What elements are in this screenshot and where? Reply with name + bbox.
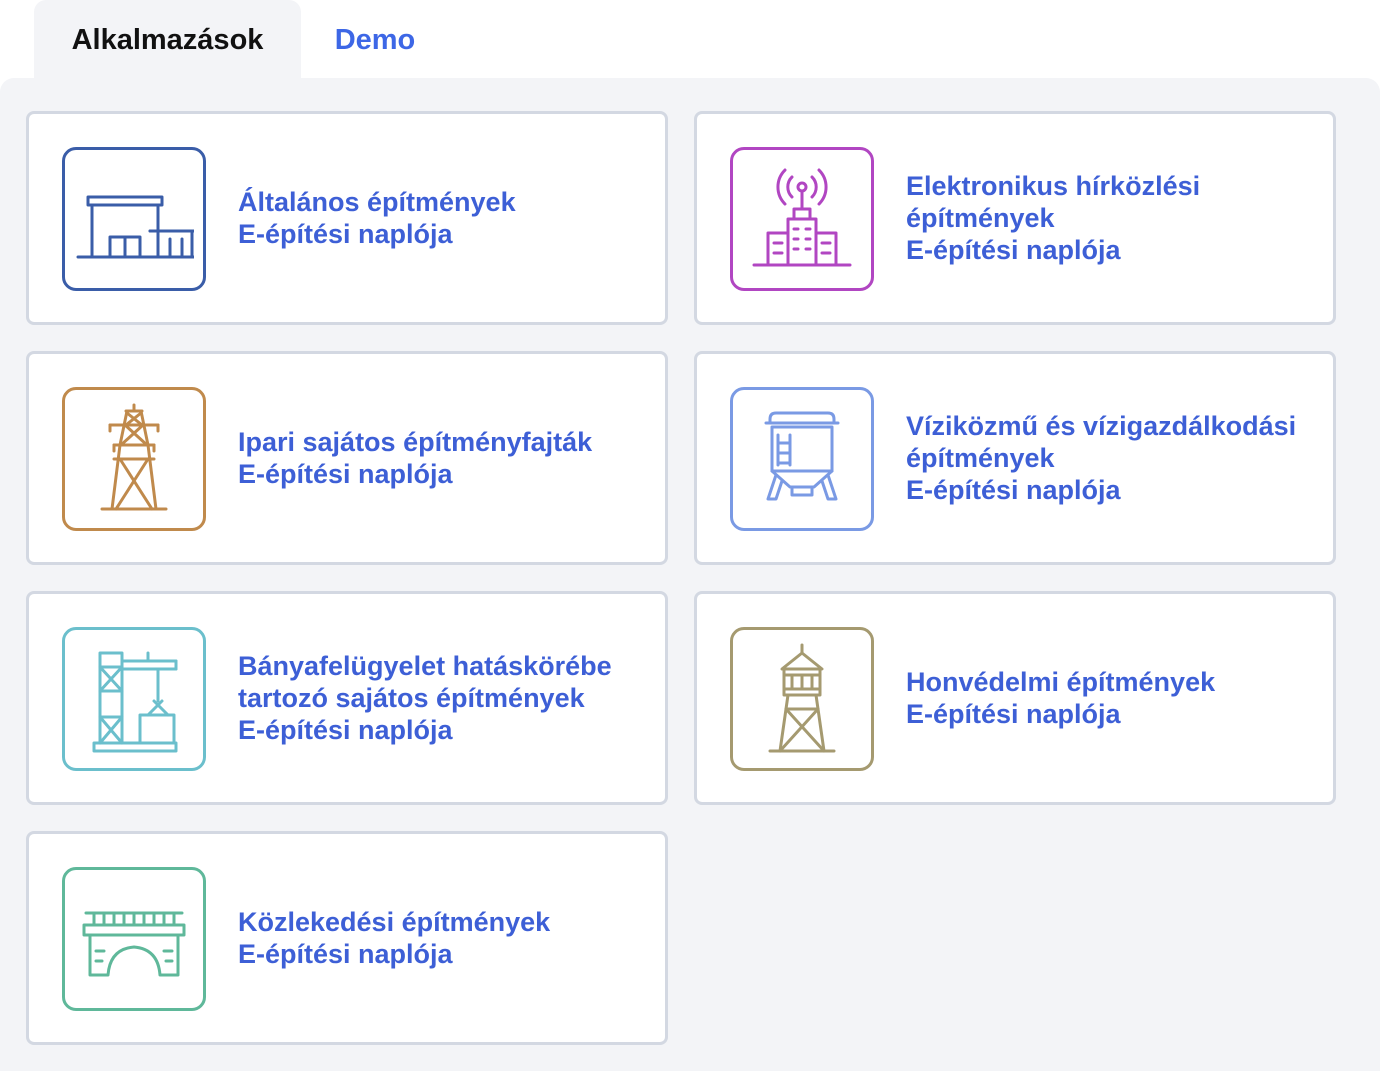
app-card-telecom[interactable]: Elektronikus hírközlési építmények E-épí… [694,111,1336,325]
antenna-tower-icon [730,147,874,291]
card-text: Elektronikus hírközlési építmények E-épí… [906,114,1317,322]
tab-demo[interactable]: Demo [301,0,449,80]
card-title: Ipari sajátos építményfajták E-építési n… [238,427,593,489]
app-card-industrial[interactable]: Ipari sajátos építményfajták E-építési n… [26,351,668,565]
card-text: Ipari sajátos építményfajták E-építési n… [238,354,649,562]
app-card-general-buildings[interactable]: Általános építmények E-építési naplója [26,111,668,325]
card-text: Bányafelügyelet hatáskörébe tartozó sajá… [238,594,649,802]
app-card-mining[interactable]: Bányafelügyelet hatáskörébe tartozó sajá… [26,591,668,805]
card-title: Elektronikus hírközlési építmények E-épí… [906,171,1201,265]
bridge-icon [62,867,206,1011]
card-title: Közlekedési építmények E-építési naplója [238,907,551,969]
card-title: Víziközmű és vízigazdálkodási építmények… [906,411,1297,505]
app-card-transport[interactable]: Közlekedési építmények E-építési naplója [26,831,668,1045]
water-tank-icon [730,387,874,531]
card-text: Általános építmények E-építési naplója [238,114,649,322]
tab-bar: Alkalmazások Demo [0,0,1380,80]
power-pylon-icon [62,387,206,531]
applications-panel: Általános építmények E-építési naplója E… [0,78,1380,1071]
card-text: Víziközmű és vízigazdálkodási építmények… [906,354,1317,562]
card-title: Bányafelügyelet hatáskörébe tartozó sajá… [238,651,612,745]
card-title: Általános építmények E-építési naplója [238,187,516,249]
watchtower-icon [730,627,874,771]
app-card-water-utility[interactable]: Víziközmű és vízigazdálkodási építmények… [694,351,1336,565]
card-text: Honvédelmi építmények E-építési naplója [906,594,1317,802]
app-card-defense[interactable]: Honvédelmi építmények E-építési naplója [694,591,1336,805]
card-text: Közlekedési építmények E-építési naplója [238,834,649,1042]
building-icon [62,147,206,291]
card-title: Honvédelmi építmények E-építési naplója [906,667,1216,729]
tab-alkalmazasok[interactable]: Alkalmazások [34,0,301,80]
mining-crane-icon [62,627,206,771]
